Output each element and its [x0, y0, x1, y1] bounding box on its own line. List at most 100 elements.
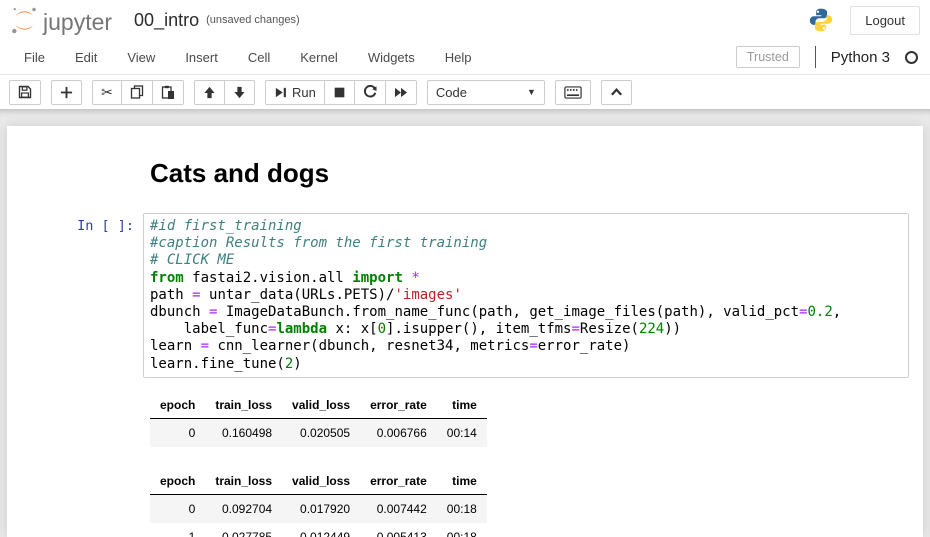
- notebook-header: jupyter 00_intro (unsaved changes) Logou…: [0, 0, 930, 40]
- code-line: #caption Results from the first training: [150, 235, 902, 252]
- menu-items: FileEditViewInsertCellKernelWidgetsHelp: [9, 41, 487, 74]
- code-line: # CLICK ME: [150, 252, 902, 269]
- trusted-badge[interactable]: Trusted: [736, 46, 800, 68]
- move-cell-up-button[interactable]: [194, 80, 225, 105]
- column-header: error_rate: [360, 468, 437, 495]
- menu-item-help[interactable]: Help: [430, 41, 487, 74]
- column-header: time: [437, 468, 487, 495]
- column-header: train_loss: [205, 468, 282, 495]
- stop-button[interactable]: [324, 80, 355, 105]
- scissors-icon: ✂: [101, 85, 113, 99]
- table-row: 00.1604980.0205050.00676600:14: [150, 418, 487, 447]
- column-header: valid_loss: [282, 468, 360, 495]
- table-cell: 1: [150, 523, 205, 537]
- markdown-heading: Cats and dogs: [150, 158, 909, 189]
- code-line: from fastai2.vision.all import *: [150, 270, 902, 287]
- jupyter-logo-icon: [10, 6, 39, 35]
- column-header: train_loss: [205, 392, 282, 419]
- menu-item-insert[interactable]: Insert: [170, 41, 233, 74]
- header-right: Logout: [808, 6, 920, 35]
- column-header: epoch: [150, 392, 205, 419]
- table-cell: 0.012449: [282, 523, 360, 537]
- arrow-down-icon: [233, 86, 246, 99]
- keyboard-icon: [564, 86, 582, 99]
- fast-forward-icon: [394, 86, 408, 99]
- table-row: 00.0927040.0179200.00744200:18: [150, 494, 487, 523]
- notebook-title[interactable]: 00_intro: [134, 10, 199, 31]
- notebook-container: Cats and dogs In [ ]: #id first_training…: [0, 109, 930, 537]
- step-forward-icon: [274, 86, 287, 99]
- notebook-page[interactable]: Cats and dogs In [ ]: #id first_training…: [7, 126, 923, 537]
- stop-icon: [333, 86, 346, 99]
- run-button[interactable]: Run: [265, 80, 325, 105]
- code-line: label_func=lambda x: x[0].isupper(), ite…: [150, 321, 902, 338]
- column-header: error_rate: [360, 392, 437, 419]
- menu-item-kernel[interactable]: Kernel: [285, 41, 353, 74]
- code-cell[interactable]: In [ ]: #id first_training#caption Resul…: [7, 213, 923, 378]
- menu-item-file[interactable]: File: [9, 41, 60, 74]
- table-cell: 00:18: [437, 523, 487, 537]
- restart-run-all-button[interactable]: [385, 80, 417, 105]
- table-cell: 0.006766: [360, 418, 437, 447]
- table-cell: 0: [150, 494, 205, 523]
- move-cell-down-button[interactable]: [224, 80, 255, 105]
- jupyter-logo-text: jupyter: [43, 9, 112, 35]
- kernel-idle-icon: [905, 51, 918, 64]
- cell-type-value: Code: [436, 85, 467, 100]
- table-cell: 0.092704: [205, 494, 282, 523]
- menubar-right: Trusted Python 3: [736, 46, 930, 68]
- code-line: path = untar_data(URLs.PETS)/'images': [150, 287, 902, 304]
- code-line: #id first_training: [150, 218, 902, 235]
- paste-cell-button[interactable]: [152, 80, 184, 105]
- input-prompt: In [ ]:: [7, 213, 143, 378]
- column-header: epoch: [150, 468, 205, 495]
- logout-button[interactable]: Logout: [850, 6, 920, 35]
- table-row: 10.0277850.0124490.00541300:18: [150, 523, 487, 537]
- code-line: learn.fine_tune(2): [150, 356, 902, 373]
- copy-icon: [130, 85, 144, 99]
- code-line: dbunch = ImageDataBunch.from_name_func(p…: [150, 304, 902, 321]
- training-results-table: epochtrain_lossvalid_losserror_ratetime0…: [150, 468, 923, 537]
- menu-item-edit[interactable]: Edit: [60, 41, 112, 74]
- chevron-up-button[interactable]: [601, 80, 632, 105]
- notebook-toolbar: ✂: [0, 75, 930, 109]
- table-cell: 00:14: [437, 418, 487, 447]
- arrow-up-icon: [203, 86, 216, 99]
- table-cell: 0.027785: [205, 523, 282, 537]
- restart-kernel-button[interactable]: [354, 80, 386, 105]
- add-cell-button[interactable]: [51, 80, 82, 105]
- save-button[interactable]: [9, 80, 41, 105]
- copy-cell-button[interactable]: [121, 80, 153, 105]
- table-cell: 0.020505: [282, 418, 360, 447]
- table-cell: 0.005413: [360, 523, 437, 537]
- table-cell: 0: [150, 418, 205, 447]
- kernel-separator: [815, 46, 816, 68]
- save-icon: [18, 85, 32, 99]
- column-header: valid_loss: [282, 392, 360, 419]
- jupyter-logo[interactable]: jupyter: [10, 6, 112, 35]
- plus-icon: [60, 86, 73, 99]
- training-results-table: epochtrain_lossvalid_losserror_ratetime0…: [150, 392, 923, 447]
- paste-icon: [161, 85, 175, 99]
- table-cell: 0.007442: [360, 494, 437, 523]
- chevron-up-icon: [610, 86, 623, 98]
- chevron-down-icon: ▼: [527, 87, 536, 97]
- cell-outputs: epochtrain_lossvalid_losserror_ratetime0…: [150, 392, 923, 537]
- menu-item-cell[interactable]: Cell: [233, 41, 285, 74]
- cell-type-select[interactable]: Code ▼: [427, 80, 545, 105]
- cut-cell-button[interactable]: ✂: [92, 80, 122, 105]
- table-cell: 0.017920: [282, 494, 360, 523]
- command-palette-button[interactable]: [555, 80, 591, 105]
- code-line: learn = cnn_learner(dbunch, resnet34, me…: [150, 338, 902, 355]
- code-editor[interactable]: #id first_training#caption Results from …: [143, 213, 909, 378]
- python-logo-icon: [808, 7, 834, 33]
- jupyter-notebook-app: jupyter 00_intro (unsaved changes) Logou…: [0, 0, 930, 537]
- table-cell: 00:18: [437, 494, 487, 523]
- run-button-label: Run: [292, 85, 316, 100]
- menu-bar: FileEditViewInsertCellKernelWidgetsHelp …: [0, 40, 930, 75]
- column-header: time: [437, 392, 487, 419]
- menu-item-view[interactable]: View: [112, 41, 170, 74]
- refresh-icon: [363, 85, 377, 99]
- menu-item-widgets[interactable]: Widgets: [353, 41, 430, 74]
- autosave-status: (unsaved changes): [206, 14, 300, 26]
